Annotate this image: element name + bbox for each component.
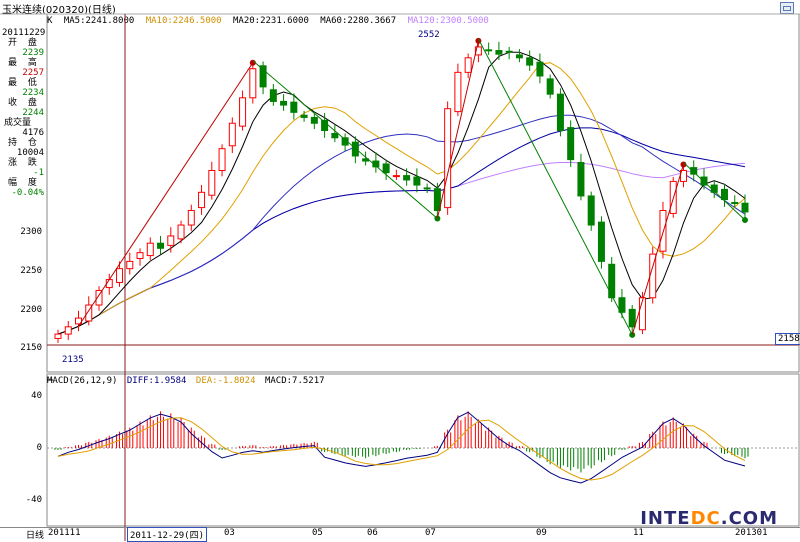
macd-dea: DEA:-1.8024	[195, 376, 256, 386]
period-label: 日线	[26, 531, 45, 541]
trend-line	[477, 38, 633, 336]
macd-panel-frame	[46, 373, 800, 527]
candle-body	[731, 201, 739, 204]
watermark-part-b: DC	[690, 508, 721, 529]
candle-body	[526, 57, 534, 66]
candle-body	[64, 326, 72, 335]
candle-body	[464, 57, 472, 73]
candle-body	[515, 54, 523, 59]
candle-body	[638, 297, 646, 331]
candle-body	[628, 308, 636, 328]
candle-body	[198, 191, 206, 209]
candle-body	[157, 242, 165, 249]
macd-tick-40: 40	[31, 391, 42, 401]
candle-body	[659, 209, 667, 252]
candle-body	[300, 114, 308, 118]
candle-body	[116, 268, 124, 283]
price-tick-2300: 2300	[20, 227, 42, 237]
macd-tick-0: 0	[36, 443, 42, 453]
candle-body	[351, 141, 359, 157]
x-tick-11: 11	[633, 528, 644, 538]
ma5-line	[57, 51, 746, 335]
candle-body	[167, 235, 175, 246]
candle-body	[54, 333, 62, 339]
x-tick-06: 06	[367, 528, 378, 538]
diff-line	[57, 411, 746, 484]
current-low-box: 2158	[775, 333, 800, 345]
candle-body	[546, 78, 554, 95]
candle-body	[444, 108, 452, 209]
trend-line	[78, 62, 254, 327]
candle-body	[280, 100, 288, 106]
candle-body	[228, 122, 236, 147]
macd-indicator-bar: MACD(26,12,9) DIFF:1.9584 DEA:-1.8024 MA…	[47, 376, 329, 386]
peak-annotation: 2552	[418, 30, 440, 40]
x-tick-03: 03	[224, 528, 235, 538]
candlestick-chart[interactable]	[0, 0, 800, 542]
candle-body	[567, 127, 575, 161]
low-annotation: 2135	[62, 355, 84, 365]
x-tick-201301: 201301	[735, 528, 768, 538]
candle-body	[146, 242, 154, 257]
trend-line	[631, 164, 684, 335]
price-tick-2150: 2150	[20, 343, 42, 353]
watermark-logo: INTEDC.COM	[640, 508, 778, 529]
candle-body	[310, 116, 318, 124]
candle-body	[269, 89, 277, 102]
candle-body	[556, 93, 564, 132]
candle-body	[136, 252, 144, 259]
cursor-date-box: 2011-12-29(四)	[127, 527, 208, 542]
watermark-part-a: INTE	[640, 508, 691, 529]
candle-body	[413, 176, 421, 186]
macd-tick-neg40: -40	[25, 495, 42, 505]
candle-body	[290, 101, 298, 113]
candle-body	[239, 97, 247, 127]
x-tick-07: 07	[425, 528, 436, 538]
candle-body	[187, 209, 195, 226]
candle-body	[126, 260, 134, 270]
candle-body	[741, 202, 749, 213]
candle-body	[485, 49, 493, 52]
price-tick-2250: 2250	[20, 266, 42, 276]
candle-body	[218, 148, 226, 172]
price-tick-2200: 2200	[20, 305, 42, 315]
candle-body	[423, 187, 431, 190]
macd-name: MACD(26,12,9)	[47, 376, 118, 386]
candle-body	[536, 61, 544, 77]
candle-body	[382, 163, 390, 174]
ma10-line	[57, 62, 746, 335]
macd-diff: DIFF:1.9584	[126, 376, 187, 386]
x-tick-201111: 201111	[48, 528, 81, 538]
time-axis	[0, 527, 800, 542]
candle-body	[331, 132, 339, 139]
candle-body	[208, 170, 216, 196]
candle-body	[177, 224, 185, 240]
candle-body	[495, 50, 503, 55]
watermark-part-c: .COM	[720, 508, 778, 529]
candle-body	[505, 50, 513, 53]
x-tick-09: 09	[536, 528, 547, 538]
candle-body	[597, 221, 605, 262]
candle-body	[608, 263, 616, 299]
dea-line	[57, 417, 746, 481]
candle-body	[720, 188, 728, 201]
price-panel-frame	[46, 13, 800, 373]
candle-body	[403, 175, 411, 181]
candle-body	[577, 162, 585, 197]
candle-body	[392, 175, 400, 178]
x-tick-05: 05	[312, 528, 323, 538]
candle-body	[454, 71, 462, 113]
candle-body	[249, 68, 257, 99]
candle-body	[690, 167, 698, 175]
candle-body	[587, 195, 595, 226]
trend-arrowhead	[742, 216, 748, 223]
macd-value: MACD:7.5217	[264, 376, 325, 386]
